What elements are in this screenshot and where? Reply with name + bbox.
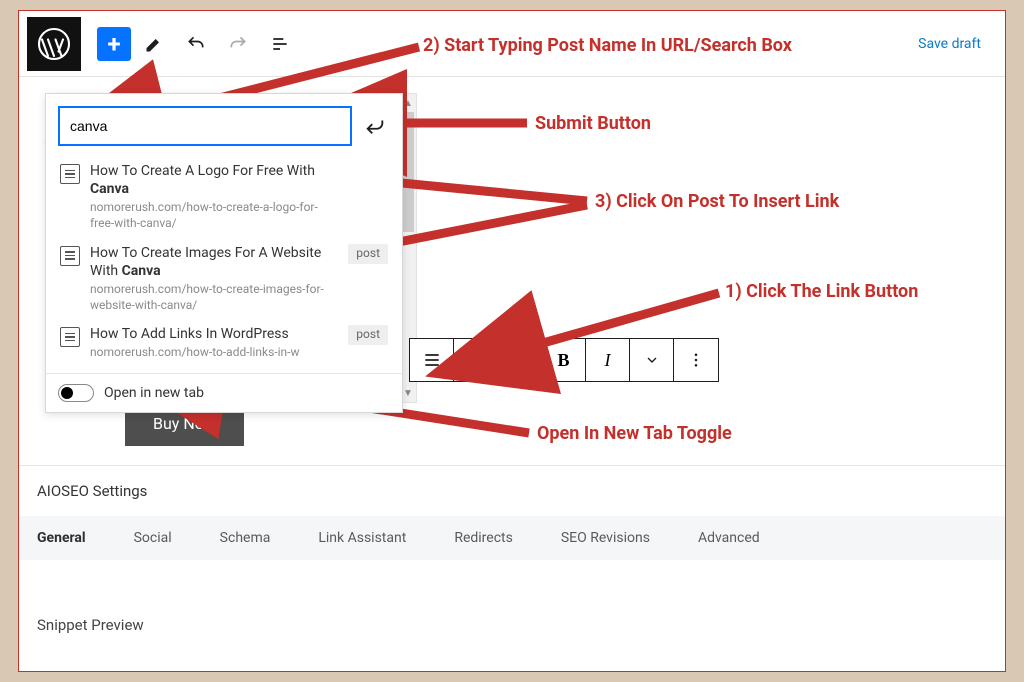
- tab-seo-revisions[interactable]: SEO Revisions: [561, 530, 650, 546]
- annotation-label: Submit Button: [535, 113, 651, 134]
- annotation-label: 3) Click On Post To Insert Link: [595, 191, 839, 212]
- more-format-dropdown[interactable]: [630, 339, 674, 381]
- link-results-list: How To Create A Logo For Free With Canva…: [46, 156, 402, 373]
- block-toolbar: B I: [409, 338, 719, 382]
- annotation-label: Open In New Tab Toggle: [537, 423, 732, 444]
- more-options-button[interactable]: [674, 339, 718, 381]
- aioseo-title: AIOSEO Settings: [19, 466, 1005, 516]
- bold-button[interactable]: B: [542, 339, 586, 381]
- align-icon[interactable]: [454, 339, 498, 381]
- link-result-item[interactable]: How To Add Links In WordPress nomorerush…: [50, 319, 398, 367]
- tab-redirects[interactable]: Redirects: [454, 530, 513, 546]
- result-url: nomorerush.com/how-to-add-links-in-w: [90, 345, 338, 361]
- submit-link-button[interactable]: [360, 111, 390, 141]
- result-type-badge: post: [348, 244, 388, 264]
- italic-button[interactable]: I: [586, 339, 630, 381]
- result-title: How To Create Images For A Website With …: [90, 244, 338, 280]
- page-icon: [60, 327, 80, 347]
- outline-icon[interactable]: [261, 25, 299, 63]
- aioseo-tabs: General Social Schema Link Assistant Red…: [19, 516, 1005, 560]
- result-title: How To Add Links In WordPress: [90, 325, 338, 343]
- snippet-preview-label: Snippet Preview: [19, 560, 1005, 634]
- result-url: nomorerush.com/how-to-create-images-for-…: [90, 282, 338, 313]
- edit-mode-icon[interactable]: [135, 25, 173, 63]
- annotation-label: 1) Click The Link Button: [725, 281, 918, 302]
- link-button[interactable]: [498, 339, 542, 381]
- open-new-tab-label: Open in new tab: [104, 385, 204, 401]
- open-new-tab-toggle[interactable]: [58, 384, 94, 402]
- wordpress-logo[interactable]: [27, 17, 81, 71]
- tab-link-assistant[interactable]: Link Assistant: [318, 530, 406, 546]
- page-icon: [60, 164, 80, 184]
- tab-schema[interactable]: Schema: [220, 530, 271, 546]
- add-block-button[interactable]: +: [97, 27, 131, 61]
- undo-icon[interactable]: [177, 25, 215, 63]
- save-draft-link[interactable]: Save draft: [918, 36, 981, 52]
- result-url: nomorerush.com/how-to-create-a-logo-for-…: [90, 200, 338, 231]
- editor-topbar: + Save draft: [19, 11, 1005, 77]
- paragraph-icon[interactable]: [410, 339, 454, 381]
- link-result-item[interactable]: How To Create Images For A Website With …: [50, 238, 398, 320]
- result-title: How To Create A Logo For Free With Canva: [90, 162, 338, 198]
- result-type-badge: post: [348, 325, 388, 345]
- tab-advanced[interactable]: Advanced: [698, 530, 760, 546]
- tab-general[interactable]: General: [37, 530, 86, 546]
- link-popover: How To Create A Logo For Free With Canva…: [45, 93, 403, 413]
- link-result-item[interactable]: How To Create A Logo For Free With Canva…: [50, 156, 398, 238]
- tab-social[interactable]: Social: [134, 530, 172, 546]
- page-icon: [60, 246, 80, 266]
- redo-icon[interactable]: [219, 25, 257, 63]
- editor-frame: + Save draft How To Create A Logo: [18, 10, 1006, 672]
- aioseo-panel: AIOSEO Settings General Social Schema Li…: [19, 465, 1005, 634]
- url-search-input[interactable]: [58, 106, 352, 146]
